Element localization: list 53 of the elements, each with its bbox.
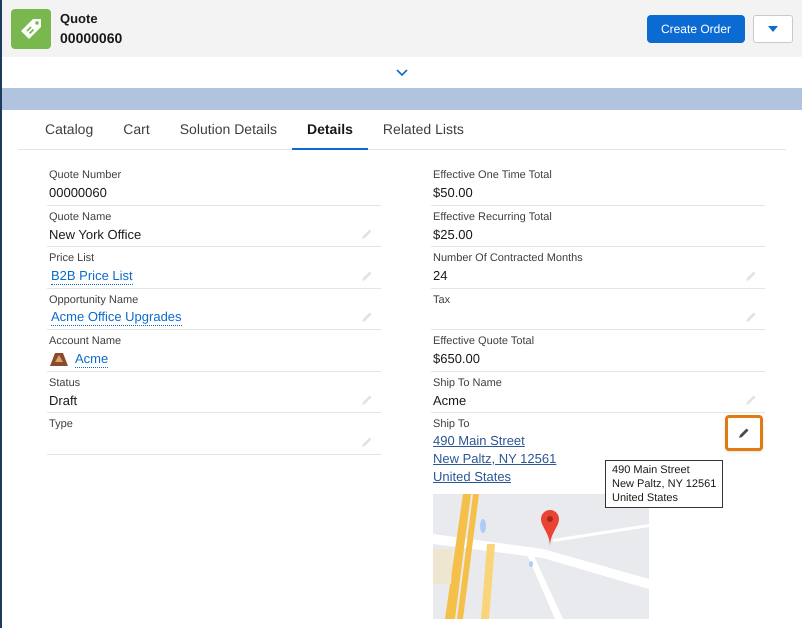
- account-link[interactable]: Acme: [75, 350, 108, 368]
- field-value: $25.00: [433, 226, 473, 244]
- edit-pencil-icon[interactable]: [361, 270, 373, 282]
- tag-icon: [11, 8, 51, 48]
- tab[interactable]: Catalog: [30, 110, 108, 150]
- tooltip-text: 490 Main Street: [612, 463, 691, 477]
- record-link[interactable]: B2B Price List: [51, 268, 133, 284]
- edit-pencil-icon[interactable]: [361, 394, 373, 406]
- edit-pencil-icon[interactable]: [745, 394, 757, 406]
- tab[interactable]: Cart: [108, 110, 165, 150]
- field-label: Number Of Contracted Months: [433, 251, 584, 265]
- edit-pencil-icon[interactable]: [361, 311, 373, 323]
- field-label: Quote Number: [49, 168, 122, 182]
- caret-icon: [768, 26, 778, 32]
- field-label: Type: [49, 417, 74, 431]
- create-order-button[interactable]: Create Order: [646, 14, 745, 42]
- field-label: Ship To: [433, 417, 470, 431]
- account-logo-icon: [49, 351, 69, 367]
- field-label: Ship To Name: [433, 376, 503, 390]
- tooltip-text: New Paltz, NY 12561: [612, 477, 716, 491]
- tab[interactable]: Solution Details: [164, 110, 292, 150]
- field-label: Effective Quote Total: [433, 334, 536, 348]
- field-label: Status: [49, 376, 82, 390]
- field-label: Effective Recurring Total: [433, 210, 553, 224]
- field-label: Effective One Time Total: [433, 168, 553, 182]
- record-title: 00000060: [60, 28, 122, 48]
- edit-pencil-icon[interactable]: [745, 311, 757, 323]
- address-link[interactable]: United States: [433, 468, 512, 486]
- record-link[interactable]: Acme Office Upgrades: [51, 309, 182, 326]
- field-label: Price List: [49, 251, 96, 265]
- tooltip-text: United States: [612, 491, 680, 505]
- address-link[interactable]: New Paltz, NY 12561: [433, 450, 556, 468]
- field-value: 24: [433, 267, 448, 286]
- field-value: Draft: [49, 392, 78, 410]
- chevron-down-icon[interactable]: [396, 68, 408, 76]
- pencil-icon[interactable]: [738, 427, 750, 439]
- more-actions-button[interactable]: [753, 14, 793, 42]
- field-value: 00000060: [49, 184, 107, 202]
- edit-pencil-icon[interactable]: [361, 436, 373, 448]
- tab[interactable]: Details: [292, 110, 368, 150]
- edit-pencil-icon[interactable]: [361, 228, 373, 240]
- tab[interactable]: Related Lists: [368, 110, 479, 150]
- field-label: Tax: [433, 292, 452, 306]
- edit-pencil-icon[interactable]: [745, 270, 757, 282]
- field-label: Opportunity Name: [49, 292, 140, 306]
- field-value: $50.00: [433, 184, 473, 202]
- field-label: Account Name: [49, 334, 122, 348]
- field-value: $650.00: [433, 350, 480, 368]
- field-value: Acme: [433, 392, 466, 410]
- field-label: Quote Name: [49, 210, 112, 224]
- address-link[interactable]: 490 Main Street: [433, 432, 525, 450]
- object-type: Quote: [60, 10, 99, 28]
- field-value: New York Office: [49, 226, 142, 244]
